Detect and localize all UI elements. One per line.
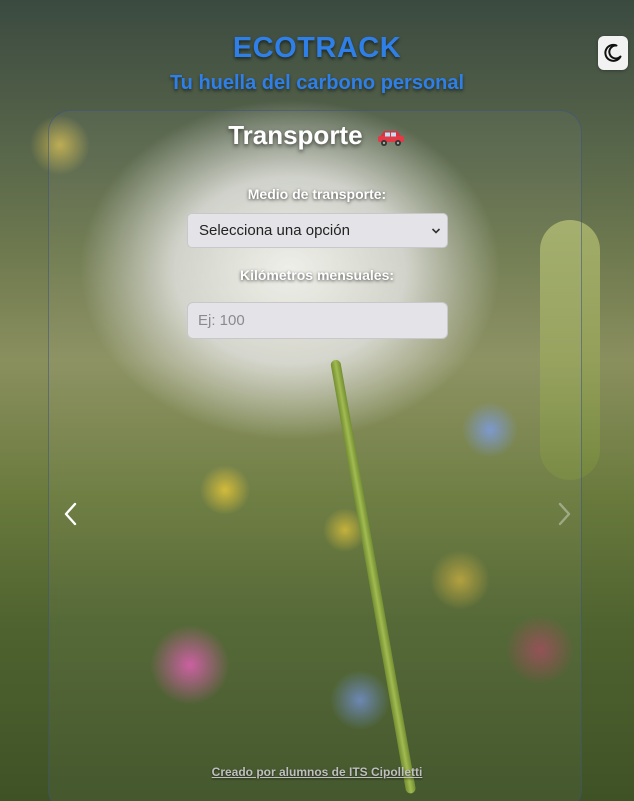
- brand-tagline: Tu huella del carbono personal: [169, 72, 465, 94]
- footer-credit-link[interactable]: Creado por alumnos de ITS Cipolletti: [0, 765, 634, 779]
- km-label: Kilómetros mensuales:: [239, 267, 395, 283]
- chevron-left-icon[interactable]: [61, 500, 81, 528]
- transport-label: Medio de transporte:: [247, 186, 387, 202]
- chevron-down-icon: [431, 228, 441, 234]
- transport-select-value: Selecciona una opción: [199, 222, 350, 239]
- chevron-right-icon[interactable]: [554, 500, 574, 528]
- car-icon: [377, 131, 404, 147]
- section-title-text: Transporte: [228, 120, 363, 150]
- km-input[interactable]: [187, 302, 448, 339]
- transport-select[interactable]: Selecciona una opción: [187, 213, 448, 248]
- brand-title: ECOTRACK: [232, 32, 402, 64]
- section-title: Transporte: [0, 120, 634, 151]
- app-header: ECOTRACK Tu huella del carbono personal: [0, 30, 634, 96]
